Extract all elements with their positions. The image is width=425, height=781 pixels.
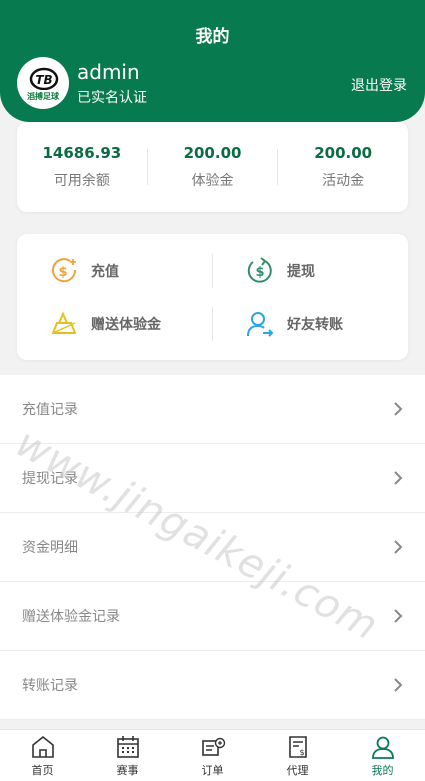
menu-item-label: 提现记录 <box>22 471 78 487</box>
tab-label: 我的 <box>371 763 394 777</box>
username: admin <box>77 60 140 84</box>
balance-label: 体验金 <box>191 173 234 189</box>
tab-mine[interactable]: 我的 <box>340 730 425 781</box>
recharge-icon: $ <box>52 258 77 283</box>
withdraw-button[interactable]: $ 提现 <box>245 256 315 286</box>
menu-item-gift-trial-records[interactable]: 赠送体验金记录 <box>0 582 425 651</box>
balance-available[interactable]: 14686.93 可用余额 <box>17 144 147 190</box>
order-icon <box>201 737 225 756</box>
brand-logo-icon: TB 滔搏足球 <box>18 58 68 108</box>
menu-item-recharge-records[interactable]: 充值记录 <box>0 375 425 444</box>
avatar: TB 滔搏足球 <box>17 57 69 109</box>
tab-label: 赛事 <box>116 763 139 777</box>
transfer-icon <box>247 312 274 337</box>
calendar-icon <box>116 735 139 758</box>
logout-button[interactable]: 退出登录 <box>351 75 407 95</box>
divider <box>212 254 213 288</box>
tab-label: 代理 <box>286 763 309 777</box>
menu-item-label: 转账记录 <box>22 678 78 694</box>
balance-activity[interactable]: 200.00 活动金 <box>278 144 408 190</box>
chevron-right-icon <box>394 402 403 416</box>
tab-orders[interactable]: 订单 <box>170 730 255 781</box>
menu-item-fund-details[interactable]: 资金明细 <box>0 513 425 582</box>
friend-transfer-button[interactable]: 好友转账 <box>245 309 343 339</box>
action-label: 充值 <box>91 264 119 280</box>
balance-label: 可用余额 <box>53 173 110 189</box>
user-icon <box>371 736 394 759</box>
svg-text:TB: TB <box>35 73 52 87</box>
chevron-right-icon <box>394 540 403 554</box>
home-icon <box>31 735 54 758</box>
chevron-right-icon <box>394 609 403 623</box>
tab-label: 首页 <box>31 763 54 777</box>
action-label: 赠送体验金 <box>91 317 161 333</box>
balance-trial[interactable]: 200.00 体验金 <box>148 144 278 190</box>
balance-card: 14686.93 可用余额 200.00 体验金 200.00 活动金 <box>17 122 408 212</box>
withdraw-icon: $ <box>247 257 272 283</box>
balance-label: 活动金 <box>322 173 365 189</box>
svg-text:$: $ <box>58 265 67 280</box>
balance-value: 200.00 <box>314 144 373 162</box>
chevron-right-icon <box>394 678 403 692</box>
verify-status: 已实名认证 <box>77 90 147 106</box>
balance-value: 14686.93 <box>42 144 122 162</box>
gift-trial-button[interactable]: 赠送体验金 <box>49 309 161 339</box>
agent-icon: $ <box>288 735 307 758</box>
divider <box>212 307 213 341</box>
menu-item-label: 资金明细 <box>22 540 78 556</box>
recharge-button[interactable]: $ 充值 <box>49 256 119 286</box>
chevron-right-icon <box>394 471 403 485</box>
balance-value: 200.00 <box>183 144 242 162</box>
page-title: 我的 <box>195 27 230 47</box>
tab-label: 订单 <box>201 763 224 777</box>
action-label: 好友转账 <box>287 317 343 333</box>
tab-matches[interactable]: 赛事 <box>85 730 170 781</box>
svg-text:$: $ <box>255 265 264 280</box>
records-menu: 充值记录 提现记录 资金明细 赠送体验金记录 转账记录 <box>0 375 425 720</box>
profile-header: 我的 TB 滔搏足球 admin 已实名认证 退出登录 <box>0 0 425 122</box>
svg-text:滔搏足球: 滔搏足球 <box>27 91 60 101</box>
bottom-tab-bar: 首页 赛事 订单 $ 代理 我的 <box>0 729 425 781</box>
menu-item-label: 充值记录 <box>22 402 78 418</box>
svg-text:$: $ <box>299 748 304 757</box>
tab-agent[interactable]: $ 代理 <box>255 730 340 781</box>
menu-item-transfer-records[interactable]: 转账记录 <box>0 651 425 720</box>
menu-item-label: 赠送体验金记录 <box>22 609 120 625</box>
action-label: 提现 <box>287 264 315 280</box>
tab-home[interactable]: 首页 <box>0 730 85 781</box>
quick-actions-card: $ 充值 $ 提现 赠送体验金 好友转账 <box>17 234 408 360</box>
gift-icon <box>51 311 77 334</box>
menu-item-withdraw-records[interactable]: 提现记录 <box>0 444 425 513</box>
